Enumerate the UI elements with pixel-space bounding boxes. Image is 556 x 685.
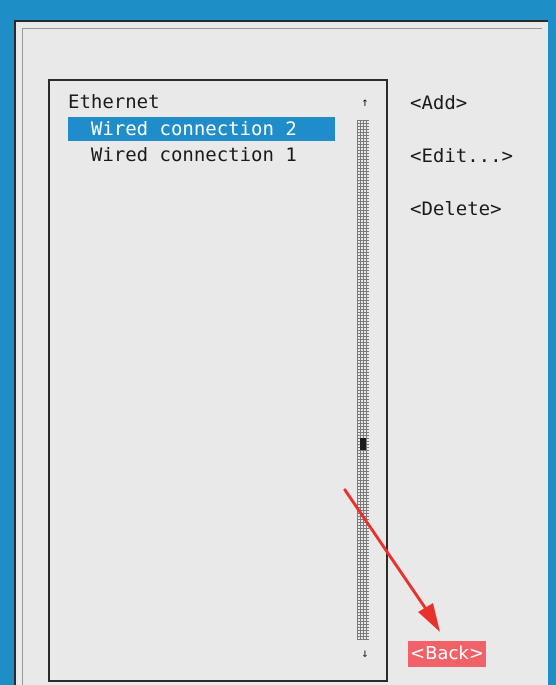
scroll-up-arrow-icon[interactable]: ↑ <box>360 95 370 109</box>
edit-button[interactable]: <Edit...> <box>410 143 513 169</box>
scrollbar-track[interactable] <box>357 120 369 640</box>
scrollbar-thumb[interactable] <box>360 438 366 450</box>
connection-listbox[interactable] <box>48 79 388 682</box>
list-item-wired-connection-1[interactable]: Wired connection 1 <box>68 143 297 167</box>
list-item-wired-connection-2[interactable]: Wired connection 2 <box>68 117 335 141</box>
add-button[interactable]: <Add> <box>410 90 467 116</box>
list-group-ethernet: Ethernet <box>68 91 160 113</box>
scroll-down-arrow-icon[interactable]: ↓ <box>360 646 370 660</box>
delete-button[interactable]: <Delete> <box>410 196 502 222</box>
back-button[interactable]: <Back> <box>408 641 486 667</box>
